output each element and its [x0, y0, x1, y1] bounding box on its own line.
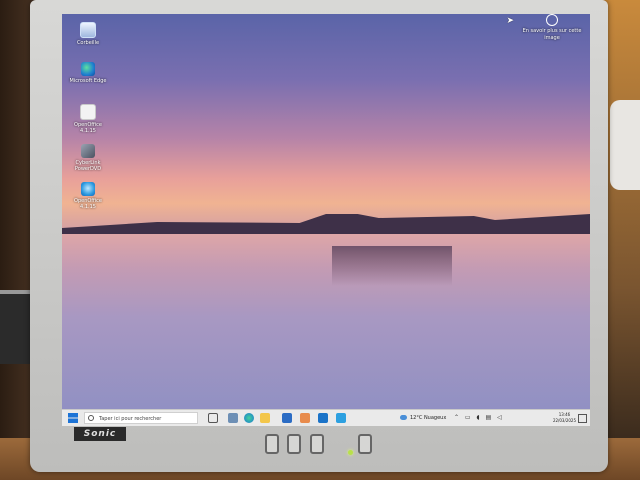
- search-placeholder: Taper ici pour rechercher: [99, 416, 162, 422]
- monitor-button-1[interactable]: [265, 434, 279, 454]
- windows-start-icon[interactable]: [68, 413, 78, 423]
- widgets-icon[interactable]: [228, 413, 238, 423]
- spotlight-info-label: En savoir plus sur cette image: [522, 28, 582, 41]
- taskbar: Taper ici pour rechercher 12°C Nuageux ⌃…: [62, 409, 590, 426]
- document-icon: [80, 104, 96, 120]
- screen: Corbeille Microsoft Edge OpenOffice 4.1.…: [62, 14, 590, 426]
- desktop-icon-label: CyberLink PowerDVD: [74, 160, 102, 172]
- notification-icon[interactable]: [578, 414, 587, 423]
- desktop-icon-recycle-bin[interactable]: Corbeille: [66, 22, 110, 46]
- mouse-cursor-icon: ➤: [506, 16, 514, 26]
- weather-widget[interactable]: 12°C Nuageux: [400, 413, 446, 423]
- desktop-icon-label: Corbeille: [76, 40, 100, 46]
- clock-date: 22/03/2025: [552, 418, 576, 423]
- monitor-button-3[interactable]: [310, 434, 324, 454]
- recycle-bin-icon: [80, 22, 96, 38]
- power-led: [348, 450, 353, 455]
- file-explorer-icon[interactable]: [260, 413, 270, 423]
- app-icon: [81, 144, 95, 158]
- lamp: [610, 100, 640, 190]
- wallpaper-reflection: [332, 246, 452, 286]
- monitor-power-button[interactable]: [358, 434, 372, 454]
- desktop-icon-label: OpenOffice 4.1.15: [74, 122, 102, 134]
- outlook-icon[interactable]: [318, 413, 328, 423]
- monitor-button-2[interactable]: [287, 434, 301, 454]
- camera-icon: [546, 14, 558, 26]
- store-icon[interactable]: [282, 413, 292, 423]
- desktop-icon-openoffice[interactable]: OpenOffice 4.1.15: [66, 182, 110, 210]
- wallpaper-water: [62, 228, 590, 426]
- monitor-brand-logo: Sonic: [74, 427, 126, 441]
- desktop-icon-powerdvd[interactable]: CyberLink PowerDVD: [66, 144, 110, 172]
- app-icon[interactable]: [336, 413, 346, 423]
- spotlight-info-button[interactable]: En savoir plus sur cette image: [522, 14, 582, 42]
- cloud-icon: [400, 415, 407, 420]
- search-icon: [88, 415, 94, 421]
- desktop-icon-openoffice-doc[interactable]: OpenOffice 4.1.15: [66, 104, 110, 134]
- desktop-icon-label: Microsoft Edge: [69, 78, 107, 84]
- openoffice-icon: [81, 182, 95, 196]
- weather-text: 12°C Nuageux: [410, 415, 447, 421]
- edge-icon: [81, 62, 95, 76]
- desktop-icon-edge[interactable]: Microsoft Edge: [66, 62, 110, 84]
- desktop-icon-label: OpenOffice 4.1.15: [74, 198, 102, 210]
- edge-icon[interactable]: [244, 413, 254, 423]
- mail-icon[interactable]: [300, 413, 310, 423]
- clock[interactable]: 13:46 22/03/2025: [553, 412, 576, 424]
- task-view-icon[interactable]: [208, 413, 218, 423]
- search-input[interactable]: Taper ici pour rechercher: [84, 412, 198, 424]
- system-tray-icons[interactable]: ⌃ ▭ ◖ ▤ ◁: [454, 414, 504, 421]
